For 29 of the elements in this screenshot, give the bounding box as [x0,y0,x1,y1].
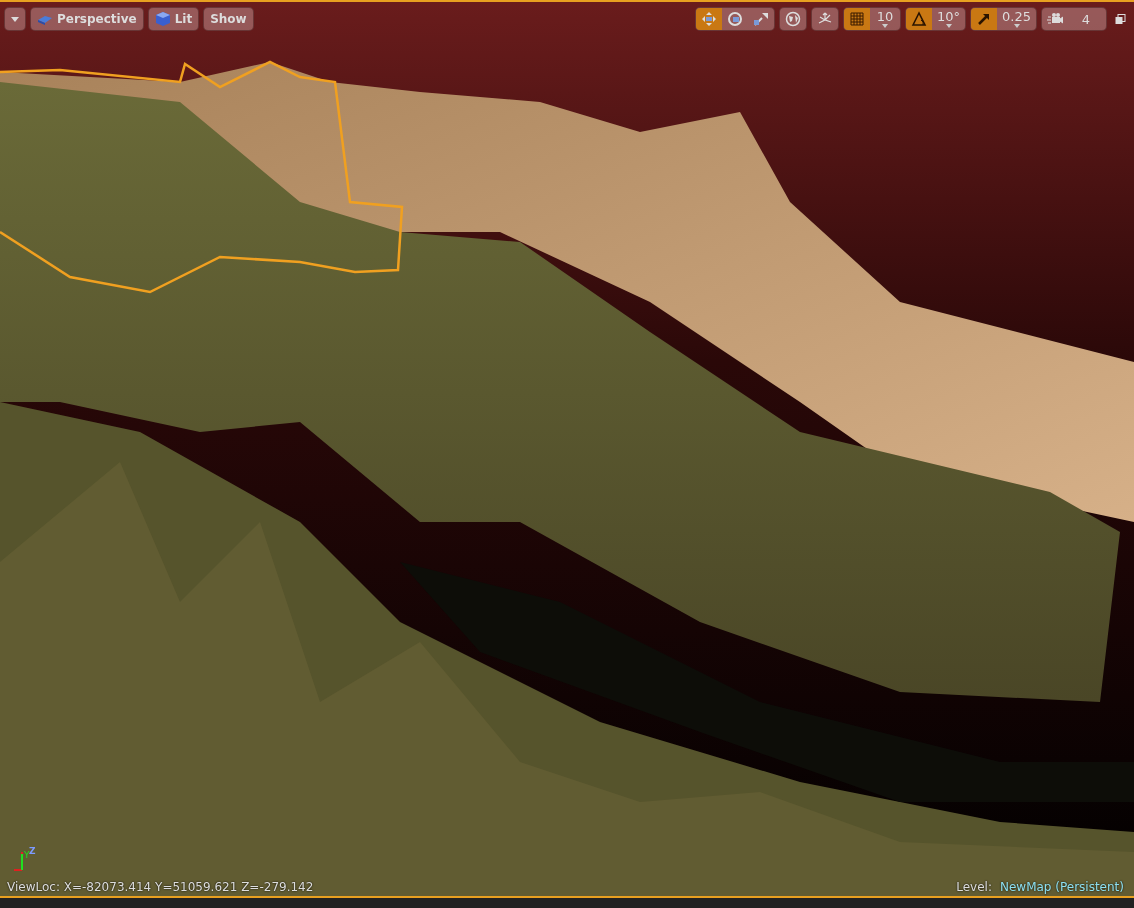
caret-icon [11,16,19,22]
level-label: Level: [956,879,992,896]
grid-snap-button[interactable] [844,8,870,30]
caret-icon [945,23,952,28]
restore-icon [1115,14,1126,25]
view-options-button[interactable] [4,7,26,31]
level-name: NewMap (Persistent) [999,879,1124,896]
rotation-snap-button[interactable] [906,8,932,30]
rotation-snap-value-button[interactable]: 10° [932,8,966,30]
viewport-type-button[interactable]: Perspective [30,7,144,31]
grid-snap-value-button[interactable]: 10 [870,8,900,30]
scale-snap-value-button[interactable]: 0.25 [997,8,1036,30]
camera-icon [1047,11,1063,27]
rotate-icon [727,11,743,27]
caret-icon [882,23,888,28]
camera-speed-button[interactable]: 4 [1042,8,1106,30]
move-arrows-icon [701,11,717,27]
angle-icon [911,11,927,27]
cube-icon [154,11,171,27]
camera-speed-value: 4 [1080,12,1092,26]
grid-icon [849,11,865,27]
view-mode-button[interactable]: Lit [147,7,200,31]
view-location-text: ViewLoc: X=-82073.414 Y=51059.621 Z=-279.142 [7,879,314,896]
show-menu-button[interactable]: Show [203,7,254,31]
scale-snap-button[interactable] [971,8,998,30]
translate-tool-button[interactable] [696,8,722,30]
globe-icon [785,11,801,27]
caret-icon [1013,23,1020,28]
scale-icon [753,11,769,27]
